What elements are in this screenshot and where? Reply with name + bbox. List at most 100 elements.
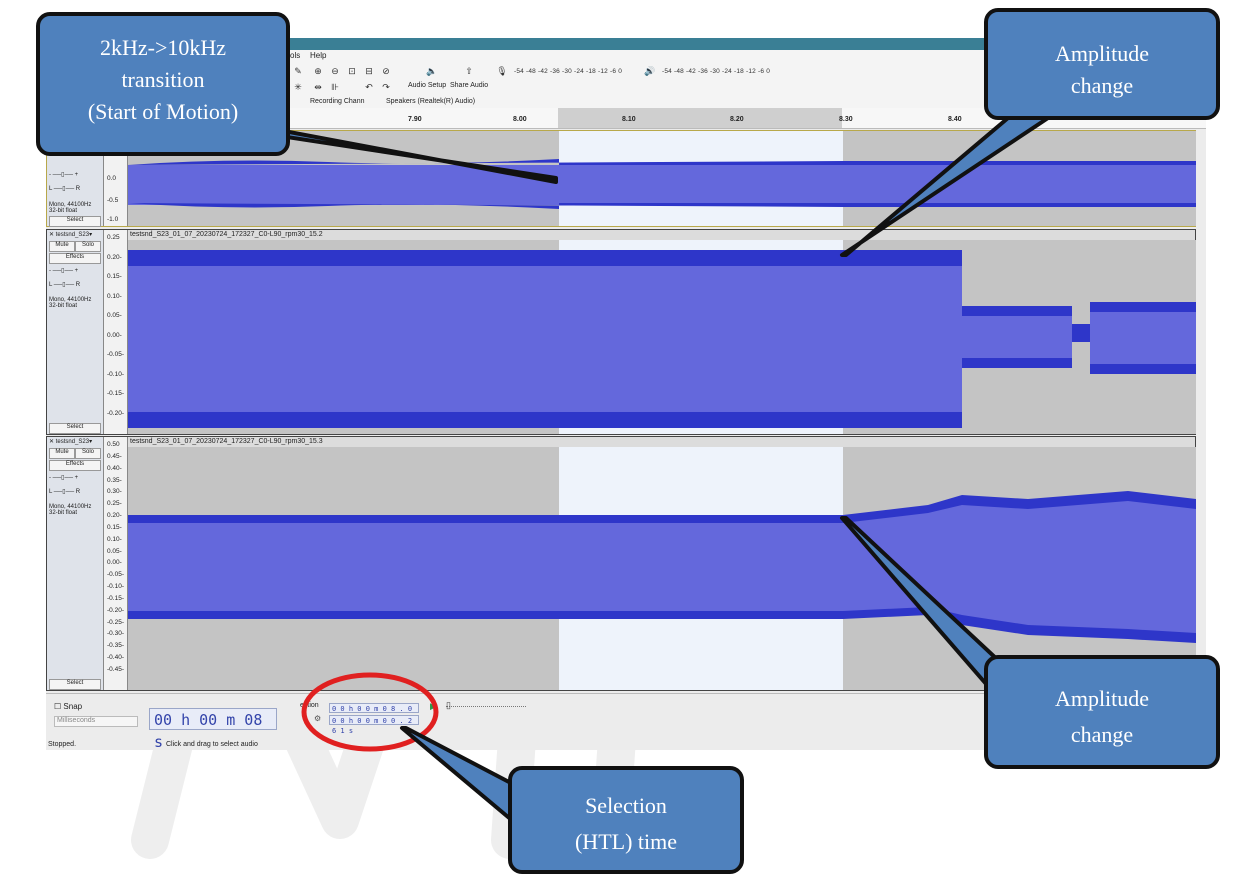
scale-label: 0.30- [107, 488, 122, 496]
scale-label: -0.05- [107, 351, 124, 359]
draw-tool-icon[interactable]: ✎ [290, 64, 306, 78]
scale-label: 0.25- [107, 500, 122, 508]
gain-slider[interactable]: - ──▯── + [49, 474, 78, 481]
audio-setup-icon[interactable]: 🔈 [424, 64, 440, 78]
track-format: Mono, 44100Hz 32-bit float [49, 202, 92, 214]
ruler-selection [558, 108, 842, 128]
mute-button[interactable]: Mute [49, 448, 75, 459]
scale-label: -0.25- [107, 618, 124, 626]
scale-label: -0.35- [107, 642, 124, 650]
undo-icon[interactable]: ↶ [361, 80, 377, 94]
zoom-out-icon[interactable]: ⊖ [327, 64, 343, 78]
scale-label: 0.10- [107, 292, 122, 300]
playback-meter-icon[interactable]: 🔊 [642, 64, 658, 78]
callout-line: (Start of Motion) [87, 99, 239, 124]
scale-label: 0.0 [107, 175, 117, 182]
share-audio-button[interactable]: Share Audio [450, 82, 488, 89]
ruler-tick: 8.40 [948, 116, 962, 123]
zoom-toggle-icon[interactable]: ⊘ [378, 64, 394, 78]
scale-label: -0.20- [107, 410, 124, 417]
menu-help[interactable]: Help [310, 51, 326, 60]
scale-label: 0.00- [107, 559, 122, 567]
solo-button[interactable]: Solo [75, 448, 101, 459]
fit-selection-icon[interactable]: ⊡ [344, 64, 360, 78]
track-name-dropdown[interactable]: ✕ testsnd_S23▾ [49, 438, 92, 445]
play-icon[interactable]: ▶ [430, 701, 437, 712]
track-3-waveform[interactable] [128, 447, 1196, 690]
pan-slider[interactable]: L ──▯── R [49, 281, 80, 288]
scale-label: 0.05- [107, 312, 122, 320]
record-meter-icon[interactable]: 🎙 [494, 64, 510, 78]
callout-line: transition [121, 67, 205, 92]
snap-checkbox[interactable]: ☐ Snap [54, 702, 82, 711]
scale-label: -1.0 [107, 216, 119, 223]
trim-icon[interactable]: ⇹ [310, 80, 326, 94]
snap-unit-select[interactable]: Milliseconds [54, 716, 138, 727]
audio-setup-button[interactable]: Audio Setup [408, 82, 446, 89]
track-3[interactable]: ✕ testsnd_S23▾ Mute Solo Effects - ──▯──… [46, 436, 1196, 691]
status-hint: Click and drag to select audio [166, 741, 258, 748]
scale-label: -0.40- [107, 654, 124, 662]
track-2-clip-name: testsnd_S23_01_07_20230724_172327_C0-L90… [130, 231, 323, 238]
callout-line: (HTL) time [574, 829, 678, 854]
slider-thumb-icon[interactable]: ▯ [446, 700, 451, 711]
gain-slider[interactable]: - ──▯── + [49, 171, 78, 178]
scale-label: -0.10- [107, 370, 124, 378]
redo-icon[interactable]: ↷ [378, 80, 394, 94]
effects-button[interactable]: Effects [49, 460, 101, 471]
scale-label: 0.15- [107, 273, 122, 281]
ruler-tick: 8.20 [730, 116, 744, 123]
track-name-dropdown[interactable]: ✕ testsnd_S23▾ [49, 231, 92, 238]
share-audio-icon[interactable]: ⇧ [461, 64, 477, 78]
track-3-scale: 0.50 0.45- 0.40- 0.35- 0.30- 0.25- 0.20- 0.15- 0… [104, 437, 128, 690]
selection-length-field[interactable]: 0 0 h 0 0 m 0 0 . 2 6 1 s [329, 715, 419, 735]
ruler-tick: 8.30 [839, 116, 853, 123]
pan-slider[interactable]: L ──▯── R [49, 488, 80, 495]
effects-button[interactable]: Effects [49, 253, 101, 264]
selection-label: ection [300, 702, 319, 709]
silence-icon[interactable]: ⊪ [327, 80, 343, 94]
track-2-scale: 0.25 0.20- 0.15- 0.10- 0.05- 0.00- -0.05- -0.10… [104, 230, 128, 434]
record-meter-scale[interactable]: -54 -48 -42 -36 -30 -24 -18 -12 -6 0 [514, 68, 622, 75]
callout-amplitude-top: Amplitude change [984, 8, 1220, 120]
track-format: Mono, 44100Hz 32-bit float [49, 504, 92, 516]
callout-line: Amplitude [1054, 686, 1150, 711]
playback-meter-scale[interactable]: -54 -48 -42 -36 -30 -24 -18 -12 -6 0 [662, 68, 770, 75]
scale-label: -0.20- [107, 606, 124, 614]
track-3-select-button[interactable]: Select [49, 679, 101, 690]
pan-slider[interactable]: L ──▯── R [49, 185, 80, 192]
gear-icon[interactable]: ⚙ [314, 714, 321, 723]
scale-label: 0.45- [107, 452, 122, 460]
scale-label: 0.00- [107, 331, 122, 339]
status-text: Stopped. [48, 741, 77, 748]
mute-button[interactable]: Mute [49, 241, 75, 252]
scale-label: -0.05- [107, 571, 124, 579]
callout-line: change [1070, 722, 1134, 747]
playback-device-select[interactable]: Speakers (Realtek(R) Audio) [386, 98, 475, 105]
track-2[interactable]: ✕ testsnd_S23▾ Mute Solo Effects - ──▯──… [46, 229, 1196, 435]
track-2-controls: ✕ testsnd_S23▾ Mute Solo Effects - ──▯──… [47, 230, 104, 434]
fit-project-icon[interactable]: ⊟ [361, 64, 377, 78]
callout-line: Amplitude [1054, 41, 1150, 66]
track-2-waveform[interactable] [128, 240, 1196, 434]
time-display[interactable]: 00 h 00 m 08 s [149, 708, 277, 750]
track-2-select-button[interactable]: Select [49, 423, 101, 434]
recording-channels-select[interactable]: Recording Chann [310, 98, 364, 105]
track-3-clip-name: testsnd_S23_01_07_20230724_172327_C0-L90… [130, 438, 323, 445]
zoom-in-icon[interactable]: ⊕ [310, 64, 326, 78]
solo-button[interactable]: Solo [75, 241, 101, 252]
selection-start-field[interactable]: 0 0 h 0 0 m 0 8 . 0 3 5 s [329, 703, 419, 723]
scale-label: -0.10- [107, 583, 124, 591]
callout-selection: Selection (HTL) time [508, 766, 744, 874]
track-3-controls: ✕ testsnd_S23▾ Mute Solo Effects - ──▯──… [47, 437, 104, 690]
scale-label: -0.15- [107, 390, 124, 398]
play-speed-slider[interactable] [446, 706, 526, 708]
scale-label: 0.10- [107, 535, 122, 543]
scale-label: 0.35- [107, 476, 122, 484]
track-1-select-button[interactable]: Select [49, 216, 101, 227]
multi-tool-icon[interactable]: ✳ [290, 80, 306, 94]
menu-tools[interactable]: ols [290, 51, 300, 60]
gain-slider[interactable]: - ──▯── + [49, 267, 78, 274]
scale-label: -0.30- [107, 630, 124, 638]
callout-transition: 2kHz->10kHz transition (Start of Motion) [36, 12, 290, 156]
